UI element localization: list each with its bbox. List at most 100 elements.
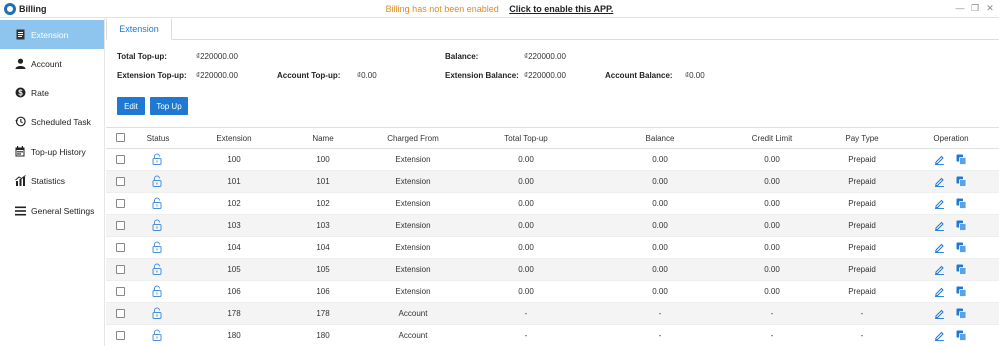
edit-icon[interactable] xyxy=(934,330,945,341)
cell-extension: 105 xyxy=(227,265,241,274)
close-icon[interactable]: ✕ xyxy=(985,3,995,14)
cell-balance: 0.00 xyxy=(652,265,668,274)
cell-credit-limit: 0.00 xyxy=(764,177,780,186)
sidebar: Extension Account $ Rate Scheduled Task … xyxy=(0,18,105,346)
cell-credit-limit: 0.00 xyxy=(764,199,780,208)
edit-icon[interactable] xyxy=(934,176,945,187)
cell-name: 102 xyxy=(316,199,330,208)
copy-icon[interactable] xyxy=(956,264,967,275)
copy-icon[interactable] xyxy=(956,198,967,209)
maximize-icon[interactable]: ❐ xyxy=(970,3,980,14)
edit-icon[interactable] xyxy=(934,198,945,209)
edit-button[interactable]: Edit xyxy=(117,97,145,115)
table-row: 105 105 Extension 0.00 0.00 0.00 Prepaid xyxy=(106,259,999,281)
unlock-icon[interactable] xyxy=(151,241,163,253)
cell-pay-type: Prepaid xyxy=(848,199,876,208)
edit-icon[interactable] xyxy=(934,286,945,297)
cell-charged-from: Extension xyxy=(395,221,431,230)
unlock-icon[interactable] xyxy=(151,219,163,231)
sidebar-item-topup-history[interactable]: Top-up History xyxy=(0,137,104,166)
cell-total-topup: 0.00 xyxy=(518,287,534,296)
row-checkbox[interactable] xyxy=(116,309,125,318)
table-row: 180 180 Account - - - - xyxy=(106,325,999,346)
extension-balance-value: ₫220000.00 xyxy=(524,71,566,80)
copy-icon[interactable] xyxy=(956,330,967,341)
cell-extension: 101 xyxy=(227,177,241,186)
row-checkbox[interactable] xyxy=(116,199,125,208)
row-checkbox[interactable] xyxy=(116,177,125,186)
row-checkbox[interactable] xyxy=(116,265,125,274)
sidebar-item-scheduled-task[interactable]: Scheduled Task xyxy=(0,107,104,136)
cell-total-topup: - xyxy=(524,331,528,340)
edit-icon[interactable] xyxy=(934,264,945,275)
sidebar-item-label: Scheduled Task xyxy=(31,116,91,127)
cell-charged-from: Extension xyxy=(395,199,431,208)
unlock-icon[interactable] xyxy=(151,329,163,341)
column-header-balance: Balance xyxy=(645,134,675,143)
sidebar-item-label: Statistics xyxy=(31,175,66,186)
enable-app-link[interactable]: Click to enable this APP. xyxy=(509,4,613,14)
unlock-icon[interactable] xyxy=(151,307,163,319)
copy-icon[interactable] xyxy=(956,286,967,297)
balance-label: Balance: xyxy=(445,52,479,61)
cell-name: 106 xyxy=(316,287,330,296)
cell-pay-type: - xyxy=(860,309,864,318)
table-row: 100 100 Extension 0.00 0.00 0.00 Prepaid xyxy=(106,149,999,171)
row-checkbox[interactable] xyxy=(116,243,125,252)
sidebar-item-label: General Settings xyxy=(31,205,95,216)
unlock-icon[interactable] xyxy=(151,285,163,297)
edit-icon[interactable] xyxy=(934,308,945,319)
topup-button[interactable]: Top Up xyxy=(150,97,188,115)
copy-icon[interactable] xyxy=(956,308,967,319)
sidebar-item-general-settings[interactable]: General Settings xyxy=(0,196,104,225)
edit-icon[interactable] xyxy=(934,154,945,165)
title-bar: Billing Billing has not been enabled Cli… xyxy=(0,0,999,18)
column-header-operation: Operation xyxy=(933,134,969,143)
cell-pay-type: Prepaid xyxy=(848,265,876,274)
column-header-charged-from: Charged From xyxy=(387,134,439,143)
table-row: 106 106 Extension 0.00 0.00 0.00 Prepaid xyxy=(106,281,999,303)
row-checkbox[interactable] xyxy=(116,287,125,296)
edit-icon[interactable] xyxy=(934,220,945,231)
column-header-credit-limit: Credit Limit xyxy=(751,134,793,143)
unlock-icon[interactable] xyxy=(151,197,163,209)
row-checkbox[interactable] xyxy=(116,155,125,164)
cell-name: 178 xyxy=(316,309,330,318)
tab-extension[interactable]: Extension xyxy=(106,18,172,40)
bar-chart-icon xyxy=(14,175,26,187)
copy-icon[interactable] xyxy=(956,154,967,165)
copy-icon[interactable] xyxy=(956,220,967,231)
cell-total-topup: - xyxy=(524,309,528,318)
edit-icon[interactable] xyxy=(934,242,945,253)
unlock-icon[interactable] xyxy=(151,263,163,275)
cell-extension: 103 xyxy=(227,221,241,230)
menu-icon xyxy=(14,205,26,217)
sidebar-item-account[interactable]: Account xyxy=(0,49,104,78)
select-all-checkbox[interactable] xyxy=(116,133,125,142)
copy-icon[interactable] xyxy=(956,242,967,253)
row-checkbox[interactable] xyxy=(116,221,125,230)
clock-history-icon xyxy=(14,116,26,128)
total-topup-label: Total Top-up: xyxy=(117,52,167,61)
account-balance-value: ₫0.00 xyxy=(685,71,705,80)
extension-topup-label: Extension Top-up: xyxy=(117,71,187,80)
copy-icon[interactable] xyxy=(956,176,967,187)
sidebar-item-extension[interactable]: Extension xyxy=(0,20,104,49)
sidebar-item-label: Rate xyxy=(31,87,49,98)
row-checkbox[interactable] xyxy=(116,331,125,340)
calendar-icon xyxy=(14,146,26,158)
cell-charged-from: Extension xyxy=(395,155,431,164)
sidebar-item-label: Extension xyxy=(31,29,69,40)
column-header-status: Status xyxy=(146,134,170,143)
dollar-icon: $ xyxy=(14,87,26,99)
sidebar-item-statistics[interactable]: Statistics xyxy=(0,166,104,195)
unlock-icon[interactable] xyxy=(151,175,163,187)
cell-extension: 180 xyxy=(227,331,241,340)
balance-value: ₫220000.00 xyxy=(524,52,566,61)
minimize-icon[interactable]: — xyxy=(955,3,965,13)
cell-total-topup: 0.00 xyxy=(518,177,534,186)
notice-text: Billing has not been enabled xyxy=(385,4,499,14)
cell-credit-limit: 0.00 xyxy=(764,243,780,252)
sidebar-item-rate[interactable]: $ Rate xyxy=(0,78,104,107)
unlock-icon[interactable] xyxy=(151,153,163,165)
